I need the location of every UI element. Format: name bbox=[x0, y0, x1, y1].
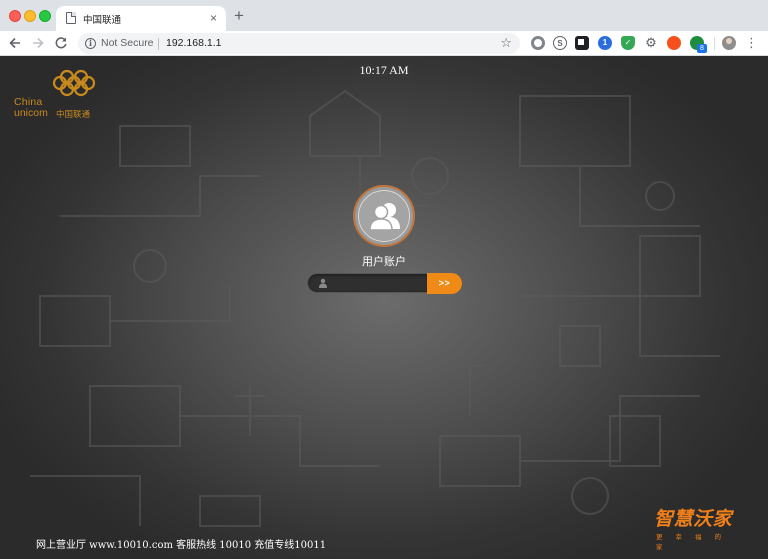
close-window-button[interactable] bbox=[9, 10, 21, 22]
smart-wojia-brand-logo: 智慧沃家 更幸福的家 bbox=[654, 504, 750, 551]
tab-close-button[interactable]: × bbox=[210, 10, 217, 26]
zoom-window-button[interactable] bbox=[39, 10, 51, 22]
reload-button[interactable] bbox=[52, 34, 70, 52]
clock: 10:17 AM bbox=[359, 63, 409, 77]
users-icon bbox=[369, 203, 400, 231]
back-button[interactable] bbox=[6, 34, 24, 52]
back-arrow-icon bbox=[9, 37, 20, 49]
username-field[interactable] bbox=[307, 273, 429, 293]
extension-password-icon[interactable]: 1 bbox=[598, 36, 612, 50]
extension-shield-icon[interactable]: ✓ bbox=[621, 36, 635, 50]
reload-icon bbox=[55, 37, 67, 49]
browser-toolbar: i Not Secure 192.168.1.1 ☆ S 1 ✓ ⚙ 8 ⋮ bbox=[0, 31, 768, 56]
star-icon[interactable]: ☆ bbox=[500, 35, 512, 51]
extension-red-icon[interactable] bbox=[667, 36, 681, 50]
info-icon[interactable]: i bbox=[85, 38, 96, 49]
account-label: 用户账户 bbox=[362, 255, 406, 268]
extension-square-icon[interactable] bbox=[575, 36, 589, 50]
user-icon bbox=[319, 278, 327, 288]
menu-icon[interactable]: ⋮ bbox=[745, 34, 758, 52]
omnibox-divider bbox=[158, 38, 159, 50]
router-login-page: China unicom 中国联通 10:17 AM 用户账户 >> 网上营业厅… bbox=[0, 56, 768, 559]
browser-tab[interactable]: 中国联通 × bbox=[56, 6, 226, 31]
extension-circle-icon[interactable] bbox=[531, 36, 545, 50]
extension-badge: 8 bbox=[697, 44, 707, 53]
address-bar[interactable]: i Not Secure 192.168.1.1 ☆ bbox=[78, 33, 520, 54]
login-submit-button[interactable]: >> bbox=[427, 273, 462, 294]
browser-titlebar: 中国联通 × + bbox=[0, 0, 768, 31]
user-avatar-inner bbox=[358, 190, 410, 242]
profile-avatar[interactable] bbox=[722, 36, 736, 50]
forward-button[interactable] bbox=[29, 34, 47, 52]
minimize-window-button[interactable] bbox=[24, 10, 36, 22]
url-text[interactable]: 192.168.1.1 bbox=[166, 37, 221, 49]
logo-chinese-text: 中国联通 bbox=[56, 110, 91, 120]
username-input[interactable] bbox=[332, 276, 426, 290]
page-icon bbox=[66, 12, 76, 24]
extension-gear-icon[interactable]: ⚙ bbox=[644, 36, 658, 50]
security-indicator[interactable]: Not Secure bbox=[101, 37, 154, 49]
footer-contact-info: 网上营业厅 www.10010.com 客服热线 10010 充值专线10011 bbox=[36, 540, 327, 551]
background-illustration bbox=[30, 89, 720, 527]
logo-unicom-text: unicom bbox=[14, 107, 48, 119]
tab-title: 中国联通 bbox=[83, 15, 122, 26]
brand-main-text: 智慧沃家 bbox=[654, 508, 733, 530]
forward-arrow-icon bbox=[33, 37, 44, 49]
new-tab-button[interactable]: + bbox=[234, 7, 244, 24]
toolbar-divider bbox=[714, 37, 715, 50]
user-avatar bbox=[353, 185, 415, 247]
brand-tagline: 更幸福的家 bbox=[656, 533, 734, 551]
extension-s-icon[interactable]: S bbox=[553, 36, 567, 50]
